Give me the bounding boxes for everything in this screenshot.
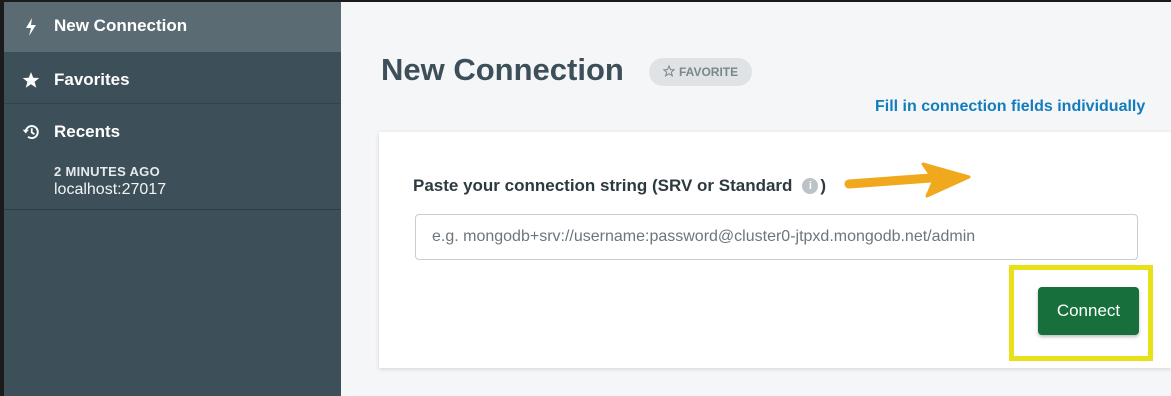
sidebar-item-favorites[interactable]: Favorites <box>4 58 341 104</box>
recent-connection-item[interactable]: 2 MINUTES AGO localhost:27017 <box>4 160 341 210</box>
pointer-arrow-icon <box>844 162 971 198</box>
fill-fields-link[interactable]: Fill in connection fields individually <box>875 98 1145 116</box>
connection-string-input[interactable] <box>415 214 1138 260</box>
recent-host: localhost:27017 <box>54 181 167 198</box>
info-icon[interactable]: i <box>802 178 819 194</box>
sidebar-item-label: Recents <box>54 122 121 141</box>
connection-string-label: Paste your connection string (SRV or Sta… <box>413 176 826 196</box>
sidebar-item-recents[interactable]: Recents <box>4 110 341 152</box>
star-icon <box>22 71 40 89</box>
connect-button[interactable]: Connect <box>1038 287 1139 335</box>
sidebar: New Connection Favorites Recents 2 MINUT… <box>4 2 341 396</box>
main-panel: New Connection FAVORITE Fill in connecti… <box>341 2 1171 396</box>
history-icon <box>22 123 40 141</box>
page-title: New Connection <box>381 52 624 87</box>
sidebar-item-label: Favorites <box>54 70 130 89</box>
recent-timestamp: 2 MINUTES AGO <box>54 164 160 179</box>
connection-string-label-text: Paste your connection string (SRV or Sta… <box>413 176 793 195</box>
sidebar-item-label: New Connection <box>54 16 188 35</box>
favorite-label: FAVORITE <box>679 65 739 79</box>
connection-string-label-close: ) <box>820 176 827 195</box>
connection-card: Paste your connection string (SRV or Sta… <box>379 132 1171 368</box>
sidebar-item-new-connection[interactable]: New Connection <box>4 2 341 52</box>
star-outline-icon <box>662 64 676 80</box>
lightning-icon <box>22 18 40 36</box>
favorite-button[interactable]: FAVORITE <box>649 58 753 86</box>
